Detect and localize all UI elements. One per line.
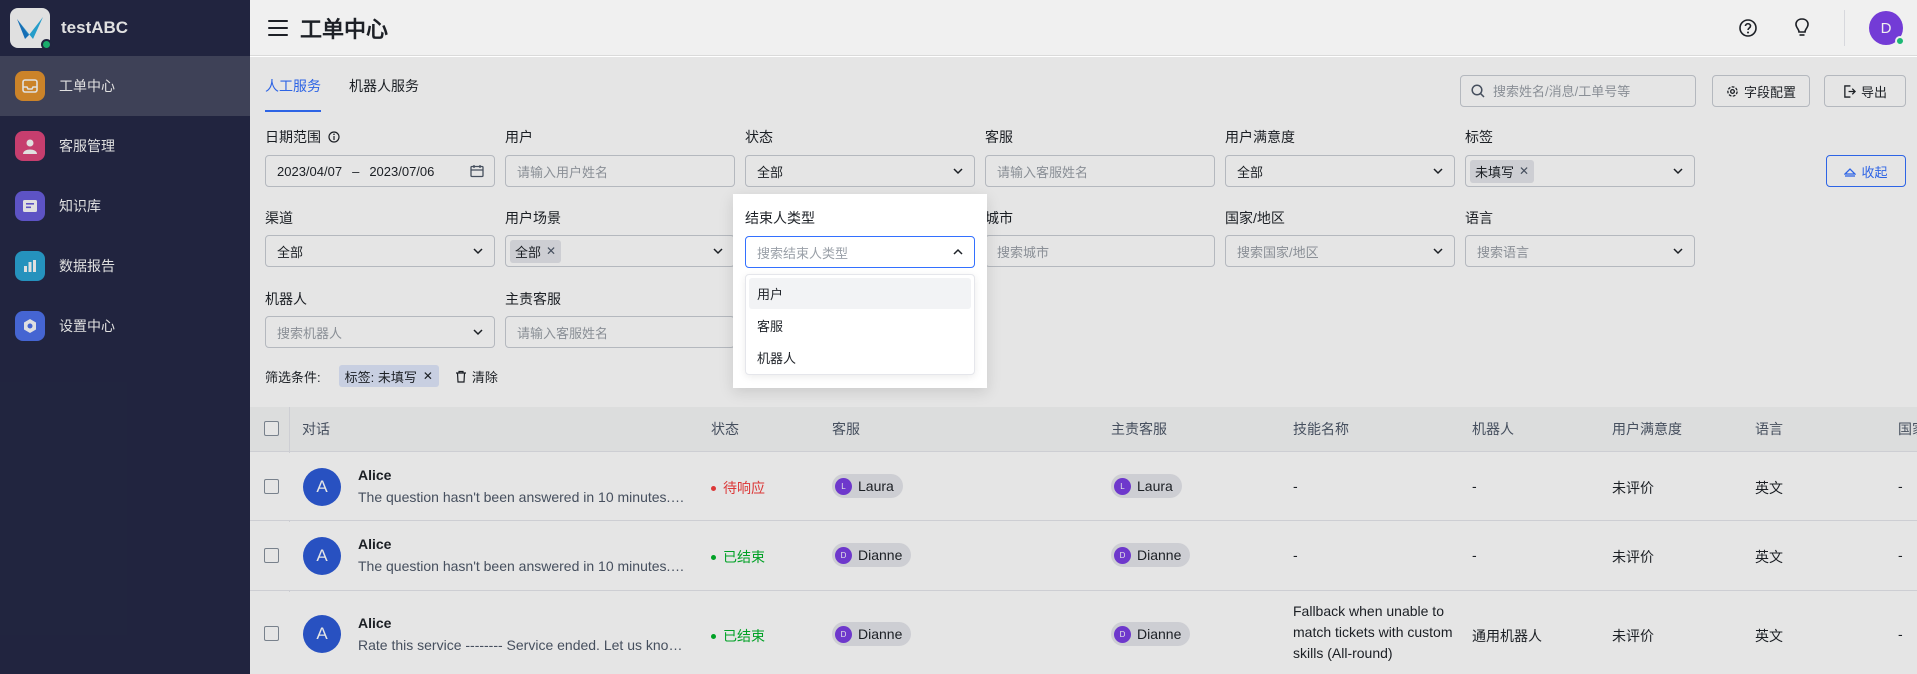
option-robot[interactable]: 机器人: [749, 342, 971, 373]
option-agent[interactable]: 客服: [749, 310, 971, 341]
content-dim-overlay[interactable]: [250, 57, 1917, 674]
closer-type-dropdown: 用户 客服 机器人: [745, 274, 975, 375]
header-dim-overlay: [250, 0, 1917, 56]
chevron-up-icon: [953, 248, 963, 255]
sidebar-dim-overlay: [0, 0, 250, 674]
closer-type-select[interactable]: 搜索结束人类型: [745, 236, 975, 268]
option-user[interactable]: 用户: [749, 278, 971, 309]
closer-type-label: 结束人类型: [745, 210, 815, 226]
closer-type-filter-popup: 结束人类型 搜索结束人类型 用户 客服 机器人: [733, 194, 987, 388]
